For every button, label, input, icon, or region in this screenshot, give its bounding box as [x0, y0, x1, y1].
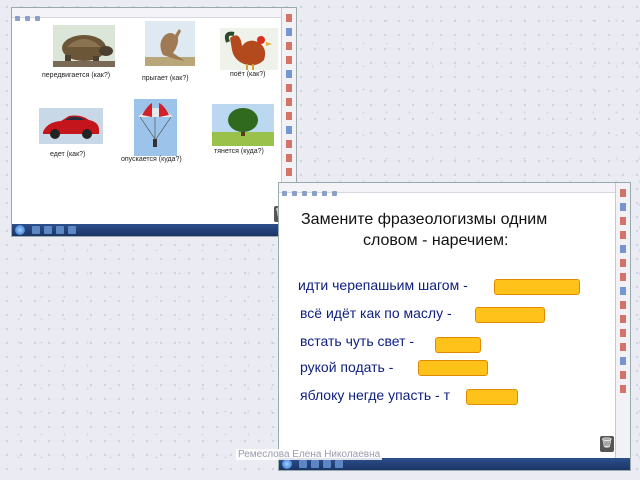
caption-tree: тянется (куда?): [214, 148, 264, 155]
taskbar-app-icon[interactable]: [311, 460, 319, 468]
caption-kangaroo: прыгает (как?): [142, 75, 189, 82]
start-button[interactable]: [282, 459, 292, 469]
taskbar-app-icon[interactable]: [44, 226, 52, 234]
parachute-image: [134, 99, 177, 156]
taskbar-app-icon[interactable]: [56, 226, 64, 234]
slide-window-1: передвигается (как?) прыгает (как?) поёт…: [12, 8, 296, 236]
top-toolbar[interactable]: [279, 183, 630, 196]
phrase-2: всё идёт как по маслу -: [300, 305, 452, 321]
rooster-image: [220, 28, 278, 70]
car-image: [39, 108, 103, 144]
taskbar-app-icon[interactable]: [299, 460, 307, 468]
taskbar-app-icon[interactable]: [68, 226, 76, 234]
trash-icon[interactable]: 🗑: [600, 436, 614, 452]
slide-title-line-1: Замените фразеологизмы одним: [301, 211, 548, 228]
taskbar-app-icon[interactable]: [335, 460, 343, 468]
turtle-image: [53, 25, 115, 67]
taskbar-app-icon[interactable]: [32, 226, 40, 234]
slide-window-2: Замените фразеологизмы одним словом - на…: [279, 183, 630, 470]
phrase-5: яблоку негде упасть - т: [300, 387, 451, 403]
tree-image: [212, 104, 274, 146]
taskbar-app-icon[interactable]: [323, 460, 331, 468]
slide-title-line-2: словом - наречием:: [363, 232, 509, 249]
phrase-3: встать чуть свет -: [300, 333, 415, 349]
answer-box-4[interactable]: [418, 360, 488, 376]
answer-box-2[interactable]: [475, 307, 545, 323]
side-toolbar[interactable]: [615, 183, 630, 470]
kangaroo-image: [145, 21, 195, 66]
author-watermark: Ремеслова Елена Николаевна: [236, 449, 383, 460]
phrase-1: идти черепашьим шагом -: [298, 277, 468, 293]
caption-turtle: передвигается (как?): [42, 72, 111, 79]
caption-car: едет (как?): [50, 151, 86, 158]
answer-box-5[interactable]: [466, 389, 518, 405]
taskbar: [12, 224, 296, 236]
answer-box-1[interactable]: [494, 279, 580, 295]
caption-rooster: поёт (как?): [230, 71, 266, 78]
phrase-4: рукой подать -: [300, 359, 394, 375]
answer-box-3[interactable]: [435, 337, 481, 353]
caption-parachute: опускается (куда?): [121, 156, 182, 163]
start-button[interactable]: [15, 225, 25, 235]
top-toolbar[interactable]: [12, 8, 296, 21]
